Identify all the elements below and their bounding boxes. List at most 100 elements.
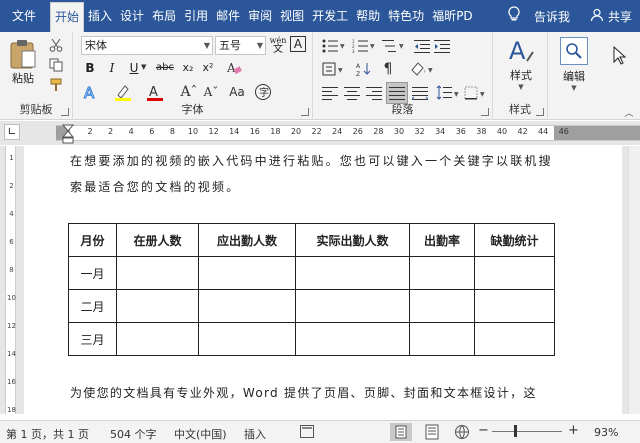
table-cell[interactable]: [198, 322, 296, 356]
align-left-icon[interactable]: [321, 84, 339, 102]
zoom-in-button[interactable]: +: [568, 423, 579, 438]
align-right-icon[interactable]: [365, 84, 383, 102]
shading-icon[interactable]: ▼: [409, 60, 437, 78]
insert-mode[interactable]: 插入: [244, 426, 266, 442]
tell-me-box[interactable]: 告诉我: [534, 8, 570, 25]
zoom-level[interactable]: 93%: [594, 426, 618, 439]
paste-button[interactable]: 粘贴: [6, 36, 40, 88]
tab-design[interactable]: 设计: [116, 0, 148, 32]
lightbulb-icon[interactable]: [508, 6, 520, 26]
phonetic-guide-button[interactable]: wén 文: [269, 36, 287, 55]
paragraph-launcher[interactable]: [481, 108, 489, 116]
table-cell[interactable]: [409, 256, 475, 290]
strikethrough-button[interactable]: abc: [153, 59, 177, 77]
bullets-icon[interactable]: ▼: [321, 38, 347, 54]
table-cell-month[interactable]: 一月: [68, 256, 117, 290]
bold-button[interactable]: B: [81, 59, 99, 77]
font-launcher[interactable]: [301, 108, 309, 116]
tab-review[interactable]: 审阅: [244, 0, 276, 32]
shrink-font-icon[interactable]: Aˇ: [201, 82, 221, 102]
web-layout-icon[interactable]: [454, 424, 470, 443]
table-cell[interactable]: [409, 322, 475, 356]
doc-paragraph-2[interactable]: 索最适合您的文档的视频。: [70, 178, 240, 195]
subscript-button[interactable]: x₂: [179, 59, 197, 77]
align-center-icon[interactable]: [343, 84, 361, 102]
table-cell[interactable]: [474, 289, 555, 323]
table-cell[interactable]: [198, 289, 296, 323]
zoom-out-button[interactable]: −: [478, 423, 489, 438]
table-cell[interactable]: [198, 256, 296, 290]
table-cell[interactable]: [474, 256, 555, 290]
word-count[interactable]: 504 个字: [110, 426, 157, 442]
attendance-table[interactable]: 月份 在册人数 应出勤人数 实际出勤人数 出勤率 缺勤统计 一月 二月 三月: [68, 223, 555, 356]
clipboard-launcher[interactable]: [61, 108, 69, 116]
zoom-slider-thumb[interactable]: [514, 425, 517, 437]
italic-button[interactable]: I: [103, 59, 121, 77]
tab-special[interactable]: 特色功: [384, 0, 428, 32]
tab-developer[interactable]: 开发工: [308, 0, 352, 32]
increase-indent-icon[interactable]: [433, 38, 451, 54]
enclose-character-icon[interactable]: 字: [253, 82, 273, 102]
collapse-ribbon-icon[interactable]: ︿: [622, 106, 636, 119]
editing-button[interactable]: 编辑 ▼: [554, 36, 594, 92]
indent-marker[interactable]: [61, 123, 75, 145]
doc-paragraph-3[interactable]: 为使您的文档具有专业外观，Word 提供了页眉、页脚、封面和文本框设计，这: [70, 384, 537, 401]
tab-mailings[interactable]: 邮件: [212, 0, 244, 32]
tab-selector[interactable]: ∟: [4, 124, 20, 140]
clear-formatting-icon[interactable]: A: [225, 59, 243, 77]
chinese-layout-icon[interactable]: ▼: [321, 60, 347, 78]
borders-icon[interactable]: ▼: [463, 84, 489, 102]
tab-layout[interactable]: 布局: [148, 0, 180, 32]
copy-icon[interactable]: [48, 57, 64, 73]
doc-paragraph-1[interactable]: 在想要添加的视频的嵌入代码中进行粘贴。您也可以键入一个关键字以联机搜: [70, 152, 553, 169]
tab-view[interactable]: 视图: [276, 0, 308, 32]
share-button[interactable]: 共享: [608, 8, 632, 25]
tab-help[interactable]: 帮助: [352, 0, 384, 32]
table-cell[interactable]: [116, 322, 199, 356]
table-cell[interactable]: [295, 289, 410, 323]
user-icon[interactable]: [590, 8, 604, 25]
styles-button[interactable]: A 样式 ▼: [499, 36, 543, 92]
vertical-scrollbar[interactable]: [628, 146, 640, 414]
table-cell[interactable]: [295, 256, 410, 290]
horizontal-ruler[interactable]: 2 2 4 6 8 10 12 14 16 18 20 22 24 26 28 30 32 34 36 38 40 42 4…: [56, 125, 640, 141]
print-layout-icon[interactable]: [424, 424, 440, 443]
decrease-indent-icon[interactable]: [413, 38, 431, 54]
multilevel-list-icon[interactable]: ▼: [381, 38, 407, 54]
tab-foxit[interactable]: 福昕PD: [428, 0, 476, 32]
vertical-ruler[interactable]: 1 2 4 6 8 10 12 14 16 18: [0, 146, 20, 414]
numbering-icon[interactable]: 1 2 3 ▼: [351, 38, 377, 54]
language-indicator[interactable]: 中文(中国): [174, 426, 227, 442]
line-spacing-icon[interactable]: ▼: [435, 84, 461, 102]
tab-insert[interactable]: 插入: [84, 0, 116, 32]
table-cell[interactable]: [295, 322, 410, 356]
change-case-icon[interactable]: Aa: [225, 82, 249, 102]
page-count[interactable]: 第 1 页，共 1 页: [6, 426, 89, 442]
table-header-cell[interactable]: 在册人数: [116, 223, 199, 257]
table-header-cell[interactable]: 应出勤人数: [198, 223, 296, 257]
table-cell[interactable]: [409, 289, 475, 323]
font-name-combo[interactable]: 宋体 ▼: [81, 36, 213, 55]
table-cell-month[interactable]: 二月: [68, 289, 117, 323]
show-marks-icon[interactable]: ¶: [379, 60, 397, 78]
table-header-cell[interactable]: 实际出勤人数: [295, 223, 410, 257]
sort-icon[interactable]: AZ: [355, 60, 373, 78]
read-mode-icon[interactable]: [390, 423, 412, 441]
grow-font-icon[interactable]: Aˆ: [179, 82, 199, 102]
table-cell-month[interactable]: 三月: [68, 322, 117, 356]
superscript-button[interactable]: x²: [199, 59, 217, 77]
cut-icon[interactable]: [48, 37, 64, 53]
table-cell[interactable]: [474, 322, 555, 356]
distributed-align-icon[interactable]: [411, 84, 429, 102]
text-effects-icon[interactable]: A: [81, 82, 101, 102]
chevron-down-icon[interactable]: ▼: [141, 63, 146, 71]
highlight-color-icon[interactable]: [113, 82, 133, 102]
character-border-button[interactable]: A: [290, 36, 306, 52]
styles-launcher[interactable]: [536, 108, 544, 116]
macro-icon[interactable]: [300, 425, 314, 441]
table-cell[interactable]: [116, 289, 199, 323]
tab-file[interactable]: 文件: [0, 0, 50, 32]
table-cell[interactable]: [116, 256, 199, 290]
table-header-cell[interactable]: 出勤率: [409, 223, 475, 257]
font-color-icon[interactable]: A: [145, 82, 165, 102]
